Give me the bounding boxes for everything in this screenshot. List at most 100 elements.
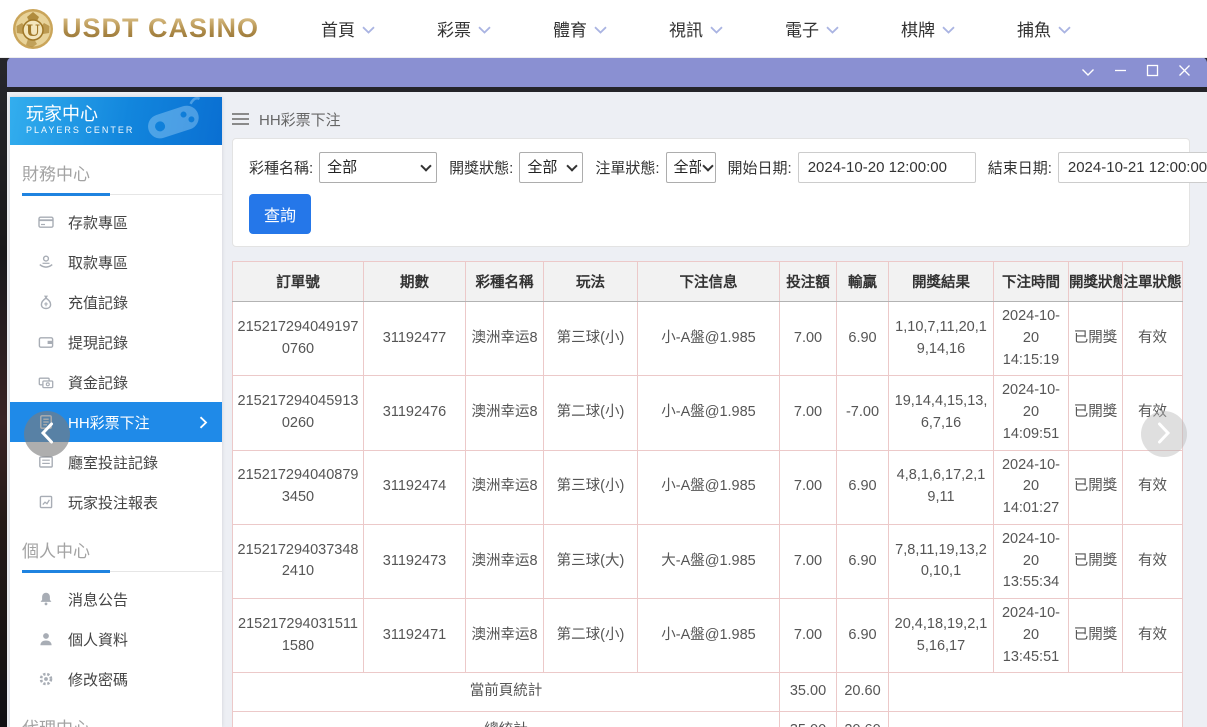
sidebar-item-withdraw-records[interactable]: 提現記錄 — [10, 322, 222, 362]
table-cell: 2024-10-20 14:15:19 — [994, 302, 1069, 376]
bets-table: 訂單號期數彩種名稱玩法下注信息投注額輸贏開獎結果下注時間開獎狀態注單狀態 215… — [232, 261, 1183, 727]
table-cell: 2152172940491970760 — [233, 302, 364, 376]
query-button[interactable]: 查詢 — [249, 194, 311, 234]
table-cell: 6.90 — [837, 599, 889, 673]
lottery-name-select[interactable]: 全部 — [319, 152, 437, 183]
table-cell: 6.90 — [837, 302, 889, 376]
sidebar-item-label: 取款專區 — [68, 252, 128, 273]
chevron-down-icon — [1058, 24, 1071, 34]
table-cell: 第二球(小) — [544, 599, 638, 673]
table-cell: 已開獎 — [1069, 450, 1123, 524]
sidebar-item-label: 個人資料 — [68, 629, 128, 650]
column-header: 注單狀態 — [1123, 262, 1183, 302]
table-cell: 6.90 — [837, 524, 889, 598]
chevron-down-icon — [478, 24, 491, 34]
end-date-input[interactable] — [1058, 152, 1207, 183]
section-title: 個人中心 — [10, 522, 222, 570]
table-cell: 2152172940459130260 — [233, 376, 364, 450]
table-row: 215217294045913026031192476澳洲幸运8第二球(小)小-… — [233, 376, 1183, 450]
sidebar-item-recharge-records[interactable]: 充值記錄 — [10, 282, 222, 322]
table-cell: 已開獎 — [1069, 376, 1123, 450]
expand-panel-button[interactable] — [1141, 411, 1187, 457]
sidebar-item-label: 充值記錄 — [68, 292, 128, 313]
nav-item-slots[interactable]: 電子 — [785, 16, 839, 41]
chevron-down-icon — [710, 24, 723, 34]
table-cell: 31192474 — [364, 450, 466, 524]
user-icon — [38, 631, 54, 647]
order-status-select[interactable]: 全部 — [666, 152, 716, 183]
chevron-right-icon — [1157, 422, 1171, 447]
table-cell: 31192476 — [364, 376, 466, 450]
nav-item-lottery[interactable]: 彩票 — [437, 16, 491, 41]
window-close-button[interactable] — [1175, 63, 1193, 81]
summary-empty — [889, 712, 1183, 727]
lottery-name-label: 彩種名稱: — [249, 157, 313, 178]
summary-row-total: 總統計35.0020.60 — [233, 712, 1183, 727]
sidebar-item-messages[interactable]: 消息公告 — [10, 579, 222, 619]
chevron-down-icon — [826, 24, 839, 34]
sidebar-item-player-bet-report[interactable]: 玩家投注報表 — [10, 482, 222, 522]
nav-item-board-games[interactable]: 棋牌 — [901, 16, 955, 41]
bell-icon — [38, 591, 54, 607]
window-minimize-button[interactable] — [1111, 63, 1129, 81]
main-nav: 首頁 彩票 體育 視訊 電子 棋牌 捕魚 — [321, 16, 1133, 41]
sidebar-item-funds-records[interactable]: 資金記錄 — [10, 362, 222, 402]
column-header: 訂單號 — [233, 262, 364, 302]
sidebar-item-withdraw[interactable]: 取款專區 — [10, 242, 222, 282]
column-header: 彩種名稱 — [466, 262, 544, 302]
column-header: 下注信息 — [638, 262, 780, 302]
nav-item-sports[interactable]: 體育 — [553, 16, 607, 41]
summary-bet-total: 35.00 — [780, 673, 837, 712]
nav-item-fishing[interactable]: 捕魚 — [1017, 16, 1071, 41]
nav-item-home[interactable]: 首頁 — [321, 16, 375, 41]
window-collapse-button[interactable] — [1079, 63, 1097, 81]
nav-item-label: 體育 — [553, 16, 587, 41]
table-cell: 2024-10-20 14:01:27 — [994, 450, 1069, 524]
nav-item-label: 彩票 — [437, 16, 471, 41]
table-cell: 2152172940408793450 — [233, 450, 364, 524]
sidebar-item-deposit[interactable]: 存款專區 — [10, 202, 222, 242]
chevron-down-icon — [362, 24, 375, 34]
window-maximize-button[interactable] — [1143, 63, 1161, 81]
nav-item-label: 視訊 — [669, 16, 703, 41]
filter-actions: 查詢 — [249, 194, 1173, 234]
draw-status-select[interactable]: 全部 — [519, 152, 583, 183]
gear-icon — [38, 671, 54, 687]
sidebar-item-label: 消息公告 — [68, 589, 128, 610]
order-status-select-wrap: 全部 — [666, 152, 716, 183]
column-header: 投注額 — [780, 262, 837, 302]
money-bag-icon — [38, 294, 54, 310]
column-header: 輸贏 — [837, 262, 889, 302]
table-row: 215217294040879345031192474澳洲幸运8第三球(小)小-… — [233, 450, 1183, 524]
brand-logo-icon: U — [12, 8, 54, 50]
table-cell: 已開獎 — [1069, 302, 1123, 376]
menu-icon[interactable] — [232, 113, 249, 125]
chevron-down-icon — [1081, 65, 1095, 80]
table-cell: 第三球(大) — [544, 524, 638, 598]
nav-item-live-video[interactable]: 視訊 — [669, 16, 723, 41]
brand[interactable]: U USDT CASINO — [12, 8, 259, 50]
summary-bet-total: 35.00 — [780, 712, 837, 727]
table-cell: 2024-10-20 13:55:34 — [994, 524, 1069, 598]
table-cell: 7.00 — [780, 599, 837, 673]
main-content: HH彩票下注 彩種名稱: 全部 開獎狀態: 全部 注單狀態: 全部 — [222, 92, 1207, 727]
table-cell: 2152172940373482410 — [233, 524, 364, 598]
section-divider — [10, 570, 222, 573]
chevron-left-icon — [40, 422, 54, 447]
collapse-sidebar-button[interactable] — [24, 411, 70, 457]
sidebar-item-profile[interactable]: 個人資料 — [10, 619, 222, 659]
table-cell: 第三球(小) — [544, 450, 638, 524]
table-cell: 7,8,11,19,13,20,10,1 — [889, 524, 994, 598]
filter-row: 彩種名稱: 全部 開獎狀態: 全部 注單狀態: 全部 開始日期: 結束日期: — [249, 152, 1173, 183]
table-cell: 1,10,7,11,20,19,14,16 — [889, 302, 994, 376]
table-header-row: 訂單號期數彩種名稱玩法下注信息投注額輸贏開獎結果下注時間開獎狀態注單狀態 — [233, 262, 1183, 302]
column-header: 開獎狀態 — [1069, 262, 1123, 302]
page-title: HH彩票下注 — [259, 109, 341, 130]
table-cell: 有效 — [1123, 302, 1183, 376]
start-date-input[interactable] — [798, 152, 976, 183]
table-cell: 澳洲幸运8 — [466, 450, 544, 524]
window-controls — [1079, 63, 1193, 81]
chevron-down-icon — [594, 24, 607, 34]
window-titlebar — [7, 57, 1207, 87]
sidebar-item-change-password[interactable]: 修改密碼 — [10, 659, 222, 699]
